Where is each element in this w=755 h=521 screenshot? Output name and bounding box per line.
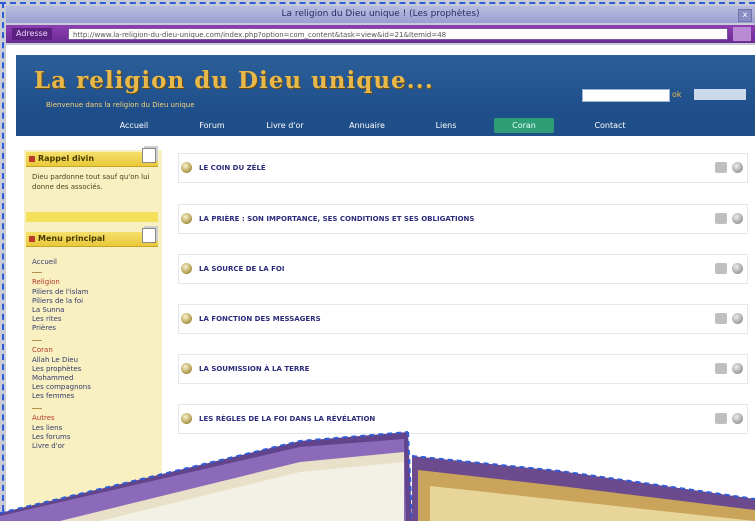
article-title[interactable]: LES RÈGLES DE LA FOI DANS LA RÉVÉLATION xyxy=(199,415,375,423)
sidebar-box-title: Menu principal xyxy=(38,234,106,243)
sidebar-item[interactable]: Piliers de l'islam xyxy=(32,288,88,296)
print-icon[interactable] xyxy=(715,162,727,173)
article-title[interactable]: LE COIN DU ZÉLÉ xyxy=(199,164,266,172)
email-icon[interactable] xyxy=(732,263,743,274)
print-icon[interactable] xyxy=(715,413,727,424)
sidebar-item[interactable]: Piliers de la foi xyxy=(32,297,83,305)
sidebar-group-title: Religion xyxy=(32,278,60,286)
sidebar-item[interactable]: Prières xyxy=(32,324,56,332)
sidebar-item[interactable]: La Sunna xyxy=(32,306,64,314)
bullet-ball-icon xyxy=(181,263,192,274)
sidebar-separator xyxy=(32,340,42,341)
sidebar: Rappel divin Dieu pardonne tout sauf qu'… xyxy=(24,148,162,521)
page-icon xyxy=(142,148,156,163)
sidebar-item[interactable]: Allah Le Dieu xyxy=(32,356,78,364)
address-label: Adresse xyxy=(12,28,52,40)
sidebar-box-rappel: Rappel divin xyxy=(26,148,158,167)
sidebar-quote: Dieu pardonne tout sauf qu'on lui donne … xyxy=(32,173,150,191)
email-icon[interactable] xyxy=(732,162,743,173)
sidebar-group-title: Autres xyxy=(32,414,55,422)
nav-item-liens[interactable]: Liens xyxy=(422,118,470,133)
go-button[interactable] xyxy=(733,27,751,41)
sidebar-item[interactable]: Livre d'or xyxy=(32,442,65,450)
close-icon[interactable]: x xyxy=(738,9,752,22)
bullet-ball-icon xyxy=(181,413,192,424)
page-icon xyxy=(142,228,156,243)
sidebar-item[interactable]: Les prophètes xyxy=(32,365,81,373)
bullet-icon xyxy=(29,156,35,162)
print-icon[interactable] xyxy=(715,213,727,224)
search-button[interactable]: ok xyxy=(672,89,686,100)
site-title: La religion du Dieu unique... xyxy=(34,67,434,94)
nav-item-contact[interactable]: Contact xyxy=(582,118,638,133)
bullet-ball-icon xyxy=(181,162,192,173)
email-icon[interactable] xyxy=(732,413,743,424)
sidebar-highlight xyxy=(26,212,158,222)
article-list: LE COIN DU ZÉLÉ LA PRIÈRE : SON IMPORTAN… xyxy=(178,153,748,483)
main-nav: Accueil Forum Livre d'or Annuaire Liens … xyxy=(16,115,755,136)
search-input[interactable] xyxy=(582,89,670,102)
bullet-icon xyxy=(29,236,35,242)
sidebar-box-menu: Menu principal xyxy=(26,228,158,247)
email-icon[interactable] xyxy=(732,313,743,324)
list-item[interactable]: LES RÈGLES DE LA FOI DANS LA RÉVÉLATION xyxy=(178,404,748,434)
email-icon[interactable] xyxy=(732,213,743,224)
print-icon[interactable] xyxy=(715,263,727,274)
window-title: La religion du Dieu unique ! (Les prophè… xyxy=(281,9,480,19)
print-icon[interactable] xyxy=(715,313,727,324)
dashed-border-left xyxy=(2,2,4,521)
bullet-ball-icon xyxy=(181,313,192,324)
article-title[interactable]: LA FONCTION DES MESSAGERS xyxy=(199,315,321,323)
sidebar-item[interactable]: Les rites xyxy=(32,315,61,323)
bullet-ball-icon xyxy=(181,363,192,374)
web-page: La religion du Dieu unique... Bienvenue … xyxy=(6,45,755,521)
article-title[interactable]: LA PRIÈRE : SON IMPORTANCE, SES CONDITIO… xyxy=(199,215,474,223)
sidebar-item-accueil[interactable]: Accueil xyxy=(32,258,57,266)
dashed-border-top xyxy=(0,2,755,4)
site-subtitle: Bienvenue dans la religion du Dieu uniqu… xyxy=(46,101,195,109)
article-title[interactable]: LA SOUMISSION À LA TERRE xyxy=(199,365,309,373)
sidebar-item[interactable]: Les femmes xyxy=(32,392,74,400)
search-option[interactable] xyxy=(694,89,746,100)
sidebar-separator xyxy=(32,272,42,273)
address-bar: Adresse http://www.la-religion-du-dieu-u… xyxy=(6,25,755,43)
window-titlebar: La religion du Dieu unique ! (Les prophè… xyxy=(6,6,755,23)
list-item[interactable]: LE COIN DU ZÉLÉ xyxy=(178,153,748,183)
nav-item-accueil[interactable]: Accueil xyxy=(108,118,160,133)
sidebar-separator xyxy=(32,408,42,409)
nav-item-forum[interactable]: Forum xyxy=(186,118,238,133)
email-icon[interactable] xyxy=(732,363,743,374)
sidebar-item[interactable]: Mohammed xyxy=(32,374,73,382)
bullet-ball-icon xyxy=(181,213,192,224)
sidebar-item[interactable]: Les forums xyxy=(32,433,70,441)
list-item[interactable]: LA SOURCE DE LA FOI xyxy=(178,254,748,284)
nav-item-annuaire[interactable]: Annuaire xyxy=(338,118,396,133)
url-input[interactable]: http://www.la-religion-du-dieu-unique.co… xyxy=(68,28,728,40)
article-title[interactable]: LA SOURCE DE LA FOI xyxy=(199,265,284,273)
list-item[interactable]: LA PRIÈRE : SON IMPORTANCE, SES CONDITIO… xyxy=(178,204,748,234)
list-item[interactable]: LA SOUMISSION À LA TERRE xyxy=(178,354,748,384)
nav-item-coran[interactable]: Coran xyxy=(494,118,554,133)
sidebar-box-title: Rappel divin xyxy=(38,154,95,163)
sidebar-group-title: Coran xyxy=(32,346,53,354)
print-icon[interactable] xyxy=(715,363,727,374)
sidebar-item[interactable]: Les liens xyxy=(32,424,62,432)
nav-item-livre-dor[interactable]: Livre d'or xyxy=(254,118,316,133)
list-item[interactable]: LA FONCTION DES MESSAGERS xyxy=(178,304,748,334)
sidebar-item[interactable]: Les compagnons xyxy=(32,383,91,391)
